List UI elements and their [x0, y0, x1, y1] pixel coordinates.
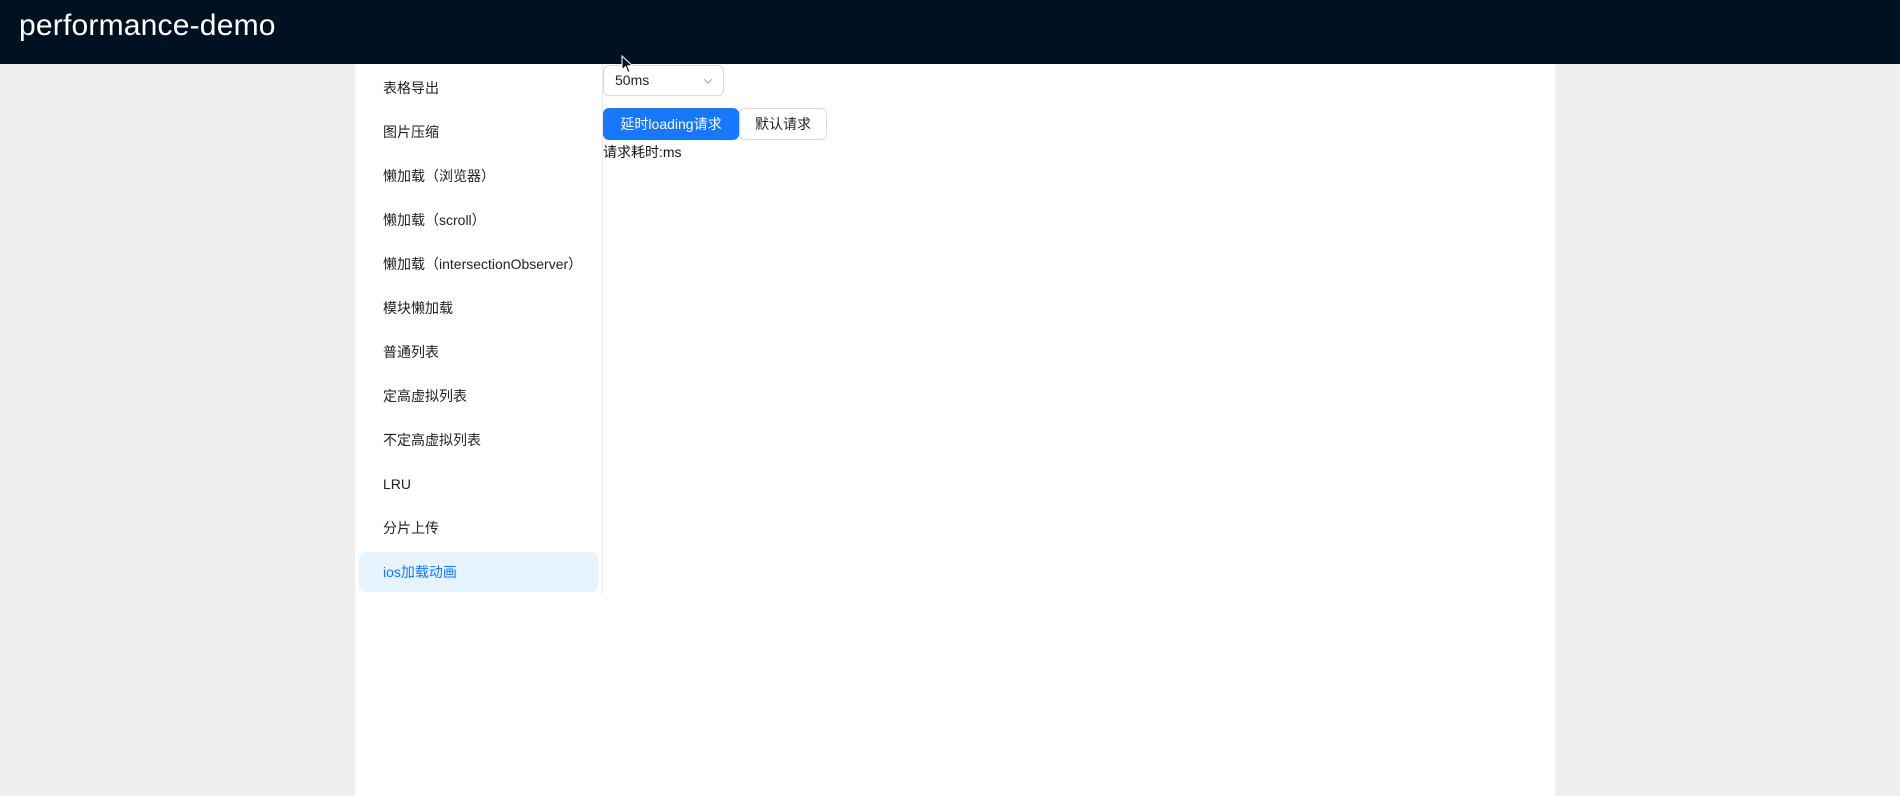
sidebar-item-lazyload-scroll[interactable]: 懒加载（scroll）	[359, 200, 598, 240]
sidebar-item-chunk-upload[interactable]: 分片上传	[359, 508, 598, 548]
mouse-cursor-icon	[621, 55, 634, 74]
sidebar-item-module-lazyload[interactable]: 模块懒加载	[359, 288, 598, 328]
app-title: performance-demo	[19, 9, 276, 42]
sidebar-item-lazyload-intersection-observer[interactable]: 懒加载（intersectionObserver）	[359, 244, 598, 284]
sidebar-item-lru[interactable]: LRU	[359, 464, 598, 504]
sidebar-item-image-compress[interactable]: 图片压缩	[359, 112, 598, 152]
request-duration-text: 请求耗时:ms	[603, 144, 682, 160]
sidebar-menu: 表格导出 图片压缩 懒加载（浏览器） 懒加载（scroll） 懒加载（inter…	[355, 64, 603, 594]
sidebar-item-fixed-height-virtual-list[interactable]: 定高虚拟列表	[359, 376, 598, 416]
sidebar-item-variable-height-virtual-list[interactable]: 不定高虚拟列表	[359, 420, 598, 460]
content-panel: 表格导出 图片压缩 懒加载（浏览器） 懒加载（scroll） 懒加载（inter…	[355, 64, 1555, 796]
sidebar-item-normal-list[interactable]: 普通列表	[359, 332, 598, 372]
chevron-down-icon	[703, 78, 713, 84]
sidebar-item-lazyload-browser[interactable]: 懒加载（浏览器）	[359, 156, 598, 196]
sidebar-item-ios-loading-animation[interactable]: ios加载动画	[359, 552, 598, 592]
sidebar-item-table-export[interactable]: 表格导出	[359, 68, 598, 108]
default-request-button[interactable]: 默认请求	[739, 108, 827, 140]
delay-loading-request-button[interactable]: 延时loading请求	[603, 108, 739, 140]
app-header: performance-demo	[0, 0, 1900, 64]
